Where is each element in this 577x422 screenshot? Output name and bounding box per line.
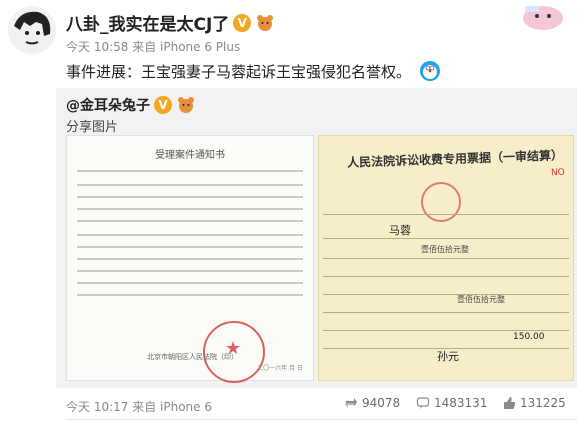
doc2-line (323, 312, 569, 313)
like-count: 131225 (520, 396, 566, 410)
footer: 今天 10:17 来自 iPhone 6 94078 1483131 13122… (66, 394, 577, 420)
username[interactable]: 八卦_我实在是太CJ了 V (66, 10, 275, 35)
payment-stamp-icon (421, 182, 461, 222)
doc1-footer: 北京市朝阳区人民法院（印） (147, 353, 238, 361)
document-image-2[interactable]: 人民法院诉讼收费专用票据（一审结算） NO 马蓉 壹佰伍拾元整 壹佰伍拾元整 1… (318, 135, 574, 381)
bear-badge-icon (178, 97, 194, 113)
doc1-line (77, 282, 303, 284)
doc1-line (77, 170, 303, 172)
doc2-title: 人民法院诉讼收费专用票据（一审结算） (346, 148, 564, 170)
doc2-line (323, 276, 569, 277)
document-image-1[interactable]: 受理案件通知书 北京市朝阳区人民法院（印） 二〇一六年 月 日 (66, 135, 314, 383)
doc2-collector: 孙元 (437, 350, 459, 363)
post-meta: 今天 10:58 来自 iPhone 6 Plus (66, 40, 241, 54)
doc1-line (77, 196, 303, 198)
doc1-note: 二〇一六年 月 日 (257, 365, 303, 372)
verified-badge-icon: V (233, 13, 252, 32)
doc1-line (77, 208, 303, 210)
doc2-line (323, 214, 569, 215)
divider (66, 419, 577, 420)
doc1-title: 受理案件通知书 (155, 150, 225, 161)
doraemon-emoji-icon (420, 61, 441, 81)
doc1-line (77, 220, 303, 222)
repost-icon (345, 398, 357, 408)
comment-stat[interactable]: 1483131 (416, 396, 487, 410)
repost-card[interactable]: @金耳朵兔子 V 分享图片 受理案件通知书 北京市朝阳区人民法院（印） 二〇一六… (56, 88, 577, 388)
avatar[interactable] (8, 6, 56, 54)
share-label: 分享图片 (66, 120, 119, 135)
verified-badge-icon: V (154, 96, 172, 114)
repost-username[interactable]: @金耳朵兔子 (66, 95, 150, 115)
doc1-line (77, 246, 303, 248)
comment-count: 1483131 (434, 396, 488, 410)
repost-meta: 今天 10:17 来自 iPhone 6 (66, 400, 212, 414)
like-stat[interactable]: 131225 (502, 396, 566, 410)
doc2-line (323, 258, 569, 259)
bear-badge-icon (257, 14, 274, 31)
doc1-line (77, 270, 303, 272)
doc1-line (77, 234, 303, 236)
repost-count: 94078 (362, 396, 401, 410)
doc2-amount-2: 壹佰伍拾元整 (457, 295, 505, 304)
doc2-line (323, 238, 569, 239)
doc2-serial: NO (551, 167, 566, 179)
doc1-line (77, 258, 303, 260)
doc2-line (323, 294, 569, 295)
like-icon (504, 397, 516, 409)
doc2-amount: 壹佰伍拾元整 (421, 245, 469, 254)
post-content: 事件进展：王宝强妻子马蓉起诉王宝强侵犯名誉权。 (66, 60, 441, 82)
doc1-line (77, 184, 303, 186)
doc2-payer: 马蓉 (389, 224, 411, 237)
post-text: 事件进展：王宝强妻子马蓉起诉王宝强侵犯名誉权。 (66, 62, 412, 81)
comment-icon (416, 397, 430, 409)
repost-user[interactable]: @金耳朵兔子 V (66, 95, 196, 115)
repost-stat[interactable]: 94078 (344, 396, 400, 410)
doc2-total: 150.00 (513, 332, 545, 342)
username-text[interactable]: 八卦_我实在是太CJ了 (66, 10, 229, 35)
doc2-line (323, 330, 569, 331)
decoration-character-icon (523, 6, 563, 30)
avatar-image (8, 6, 56, 54)
doc1-line (77, 294, 303, 296)
